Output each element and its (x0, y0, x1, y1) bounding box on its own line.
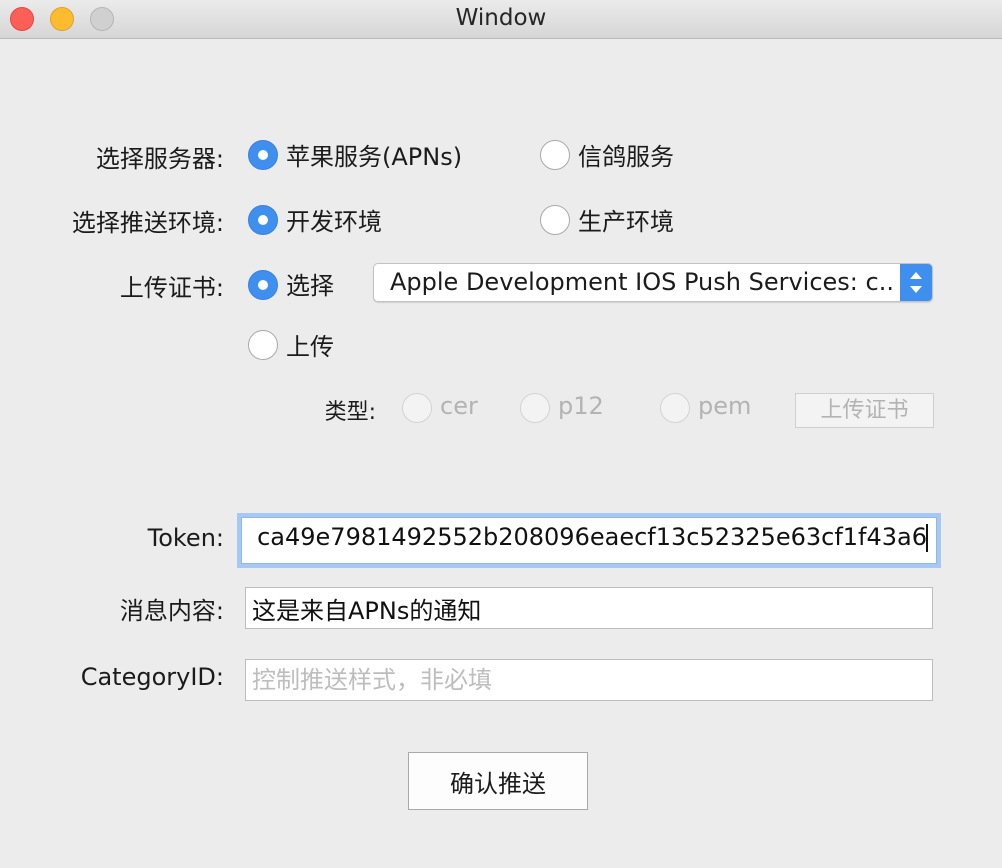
radio-production-label[interactable]: 生产环境 (578, 202, 674, 237)
token-value: ca49e7981492552b208096eaecf13c52325e63cf… (257, 523, 927, 551)
text-caret (926, 524, 928, 552)
upload-cert-button[interactable]: 上传证书 (795, 393, 934, 428)
message-label: 消息内容: (119, 597, 224, 625)
radio-select-cert[interactable] (248, 270, 278, 300)
cert-type-label: 类型: (324, 400, 376, 425)
radio-xinge[interactable] (540, 140, 570, 170)
certificate-popup[interactable]: Apple Development IOS Push Services: c..… (373, 263, 933, 302)
token-input[interactable]: ca49e7981492552b208096eaecf13c52325e63cf… (241, 517, 937, 564)
radio-apns-label[interactable]: 苹果服务(APNs) (286, 137, 462, 172)
window-title: Window (455, 5, 547, 31)
radio-type-cer-label[interactable]: cer (440, 392, 478, 420)
certificate-popup-value: Apple Development IOS Push Services: c..… (390, 268, 896, 296)
radio-type-pem-label[interactable]: pem (698, 392, 751, 420)
server-label: 选择服务器: (95, 145, 224, 173)
token-label: Token: (147, 524, 224, 552)
radio-type-p12-label[interactable]: p12 (558, 392, 604, 420)
message-input[interactable] (245, 587, 933, 629)
radio-production[interactable] (540, 205, 570, 235)
category-label: CategoryID: (80, 663, 224, 691)
chevron-up-down-icon[interactable] (900, 264, 932, 301)
radio-type-cer[interactable] (402, 393, 432, 423)
radio-apns[interactable] (248, 140, 278, 170)
radio-select-cert-label[interactable]: 选择 (286, 266, 334, 301)
confirm-push-button[interactable]: 确认推送 (408, 752, 588, 810)
radio-upload-cert-label[interactable]: 上传 (286, 327, 334, 362)
category-id-input[interactable] (245, 659, 933, 701)
radio-upload-cert[interactable] (248, 330, 278, 360)
title-bar: Window (0, 0, 1002, 39)
radio-type-p12[interactable] (520, 393, 550, 423)
radio-development-label[interactable]: 开发环境 (286, 202, 382, 237)
radio-development[interactable] (248, 205, 278, 235)
environment-label: 选择推送环境: (71, 209, 224, 237)
radio-xinge-label[interactable]: 信鸽服务 (578, 137, 674, 172)
radio-type-pem[interactable] (660, 393, 690, 423)
certificate-label: 上传证书: (119, 274, 224, 302)
